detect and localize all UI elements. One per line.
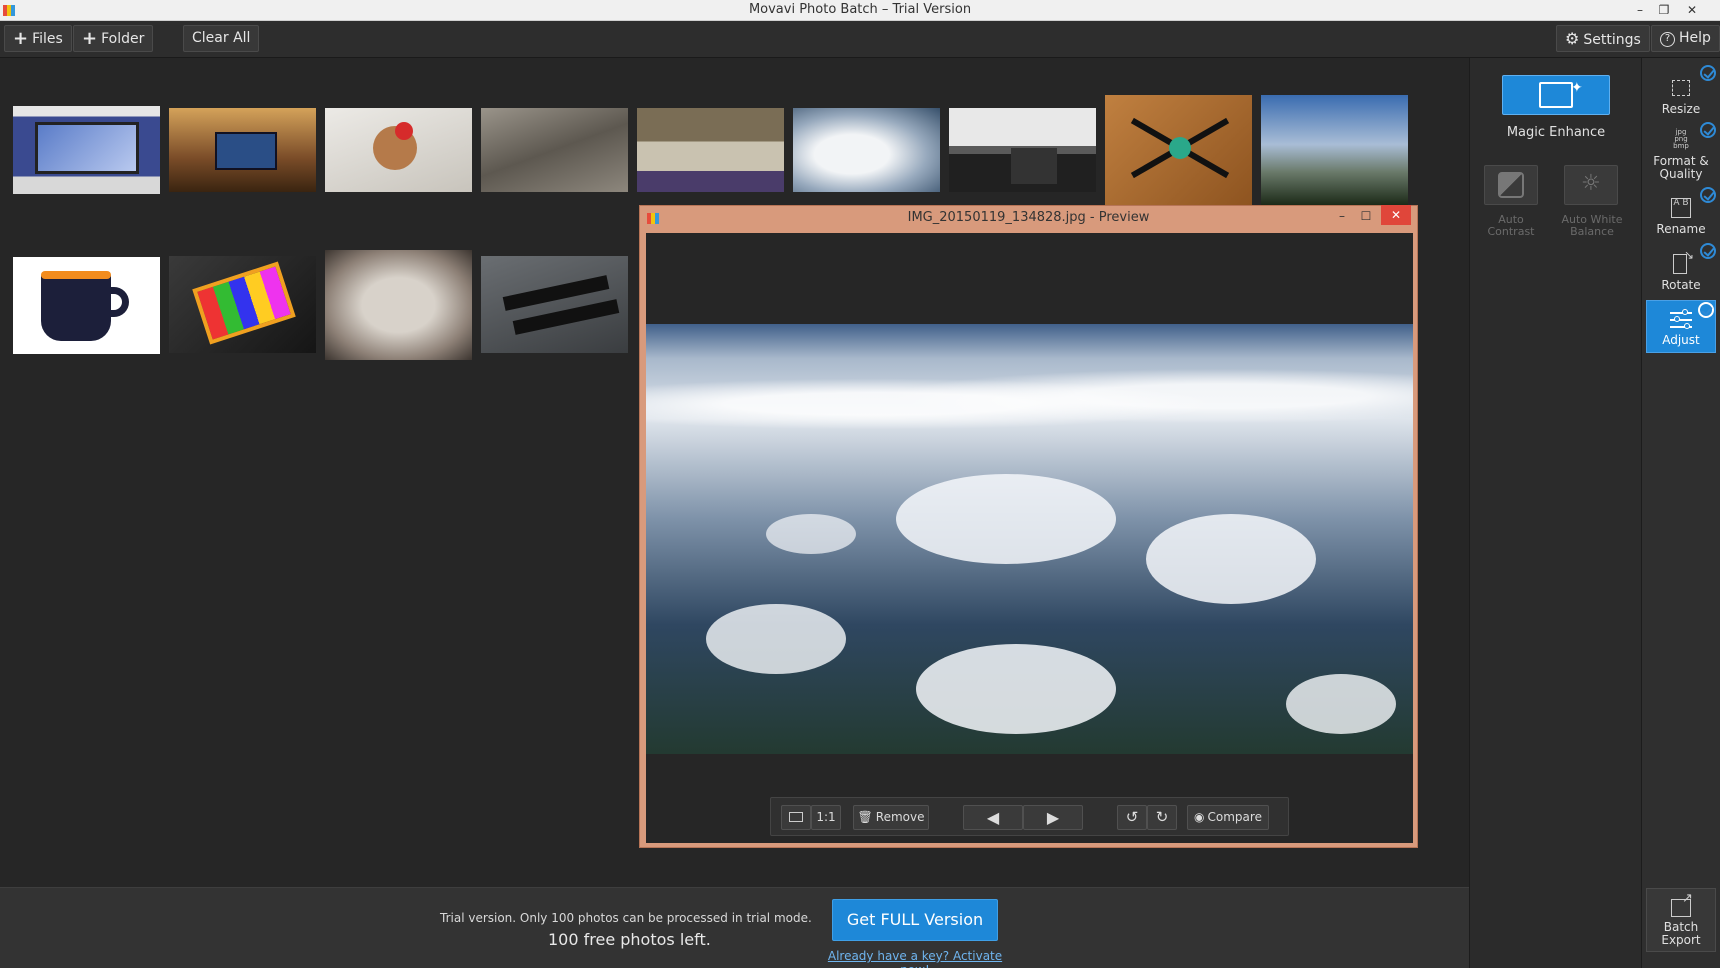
app-window: Movavi Photo Batch – Trial Version – ❐ ✕…	[0, 0, 1720, 968]
resize-icon	[1668, 76, 1694, 100]
title-bar: Movavi Photo Batch – Trial Version – ❐ ✕	[0, 0, 1720, 21]
restore-icon[interactable]: ❐	[1652, 0, 1676, 20]
plus-icon: +	[82, 28, 98, 49]
batch-export-label: Batch Export	[1661, 920, 1701, 947]
trial-message: Trial version. Only 100 photos can be pr…	[440, 911, 812, 925]
photo-thumbnail[interactable]	[325, 250, 472, 360]
photo-thumbnail[interactable]	[481, 256, 628, 353]
main-toolbar: + Files + Folder Clear All ⚙ Settings ? Help	[0, 21, 1720, 58]
photo-thumbnail[interactable]	[13, 257, 160, 354]
preview-image	[646, 324, 1413, 754]
preview-window: IMG_20150119_134828.jpg - Preview – ☐ ✕ …	[639, 205, 1418, 848]
preview-minimize-icon[interactable]: –	[1330, 206, 1354, 226]
window-title: Movavi Photo Batch – Trial Version	[748, 2, 972, 17]
fit-screen-icon	[789, 812, 803, 822]
next-photo-button[interactable]: ▶	[1023, 805, 1083, 830]
lightbulb-icon: ☼	[1581, 171, 1601, 196]
photo-thumbnail[interactable]	[1261, 95, 1408, 205]
add-folder-label: Folder	[101, 31, 145, 47]
magic-enhance-label: Magic Enhance	[1506, 125, 1606, 140]
rotate-icon: ↘	[1668, 248, 1694, 276]
preview-title: IMG_20150119_134828.jpg - Preview	[907, 210, 1150, 225]
rotate-right-button[interactable]: ↻	[1147, 805, 1177, 830]
rotate-left-icon: ↺	[1125, 808, 1139, 826]
trash-icon: 🗑	[857, 810, 873, 824]
arrow-right-icon: ▶	[1046, 808, 1060, 827]
compare-label: Compare	[1207, 810, 1262, 824]
rotate-right-icon: ↻	[1155, 808, 1169, 826]
resize-label: Resize	[1661, 102, 1701, 116]
rename-tool-button[interactable]: A B Rename	[1646, 187, 1716, 238]
sliders-icon	[1668, 307, 1694, 331]
help-icon: ?	[1660, 32, 1675, 47]
rotate-left-button[interactable]: ↺	[1117, 805, 1147, 830]
photo-thumbnail[interactable]	[325, 108, 472, 192]
remove-label: Remove	[875, 810, 925, 824]
rename-label: Rename	[1656, 222, 1706, 236]
add-files-button[interactable]: + Files	[4, 25, 72, 52]
magic-wand-icon	[1539, 82, 1573, 108]
plus-icon: +	[13, 28, 29, 49]
clear-all-label: Clear All	[192, 30, 251, 46]
activate-link[interactable]: Already have a key? Activate now!	[815, 949, 1015, 968]
magic-enhance-button[interactable]: ✦	[1502, 75, 1610, 115]
add-files-label: Files	[32, 31, 63, 47]
resize-tool-button[interactable]: Resize	[1646, 65, 1716, 116]
rename-icon: A B	[1668, 196, 1694, 220]
photo-thumbnail[interactable]	[1105, 95, 1252, 205]
actual-size-button[interactable]: 1:1	[811, 805, 841, 830]
file-format-icon: jpg png bmp	[1673, 128, 1689, 150]
photo-thumbnail[interactable]	[13, 106, 160, 194]
trial-bar: Trial version. Only 100 photos can be pr…	[0, 887, 1469, 968]
settings-label: Settings	[1583, 32, 1641, 48]
settings-button[interactable]: ⚙ Settings	[1556, 25, 1650, 52]
photo-thumbnail[interactable]	[793, 108, 940, 192]
check-icon	[1700, 65, 1716, 81]
auto-white-balance-button[interactable]: ☼	[1564, 165, 1618, 205]
clear-all-button[interactable]: Clear All	[183, 25, 260, 52]
auto-white-balance-label: Auto White Balance	[1561, 213, 1623, 238]
fit-to-window-button[interactable]	[781, 805, 811, 830]
previous-photo-button[interactable]: ◀	[963, 805, 1023, 830]
photo-thumbnail[interactable]	[637, 108, 784, 192]
check-icon	[1700, 122, 1716, 138]
check-icon	[1700, 243, 1716, 259]
minimize-icon[interactable]: –	[1628, 0, 1652, 20]
help-button[interactable]: ? Help	[1651, 25, 1720, 52]
rotate-label: Rotate	[1661, 278, 1701, 292]
preview-toolbar: 1:1 🗑 Remove ◀ ▶ ↺ ↻ ◉ Compare	[770, 797, 1289, 836]
adjust-label: Adjust	[1662, 333, 1700, 347]
enhance-panel: ✦ Magic Enhance Auto Contrast ☼ Auto Whi…	[1469, 58, 1641, 968]
close-icon[interactable]: ✕	[1680, 0, 1704, 20]
photos-left-text: 100 free photos left.	[548, 930, 711, 949]
auto-contrast-button[interactable]	[1484, 165, 1538, 205]
format-quality-tool-button[interactable]: jpg png bmp Format & Quality	[1646, 122, 1716, 181]
preview-close-icon[interactable]: ✕	[1381, 205, 1411, 225]
export-icon: ↗	[1668, 891, 1694, 919]
check-icon	[1700, 187, 1716, 203]
remove-button[interactable]: 🗑 Remove	[853, 805, 929, 830]
wand-sparkle-icon: ✦	[1571, 80, 1583, 96]
add-folder-button[interactable]: + Folder	[73, 25, 154, 52]
batch-export-button[interactable]: ↗ Batch Export	[1646, 888, 1716, 952]
help-label: Help	[1679, 30, 1711, 46]
preview-maximize-icon[interactable]: ☐	[1354, 206, 1378, 226]
eye-icon: ◉	[1194, 810, 1205, 824]
check-icon	[1698, 302, 1714, 318]
auto-contrast-label: Auto Contrast	[1487, 213, 1535, 238]
arrow-left-icon: ◀	[986, 808, 1000, 827]
tool-rail: Resize jpg png bmp Format & Quality A B Re…	[1641, 58, 1720, 968]
get-full-version-button[interactable]: Get FULL Version	[832, 899, 998, 941]
adjust-tool-button[interactable]: Adjust	[1646, 300, 1716, 353]
gear-icon: ⚙	[1565, 29, 1580, 48]
format-quality-label: Format & Quality	[1653, 154, 1709, 181]
compare-button[interactable]: ◉ Compare	[1187, 805, 1269, 830]
photo-thumbnail[interactable]	[481, 108, 628, 192]
photo-thumbnail[interactable]	[169, 256, 316, 353]
photo-thumbnail[interactable]	[949, 108, 1096, 192]
preview-canvas: 1:1 🗑 Remove ◀ ▶ ↺ ↻ ◉ Compare	[646, 233, 1413, 843]
contrast-icon	[1498, 172, 1524, 198]
photo-thumbnail[interactable]	[169, 108, 316, 192]
rotate-tool-button[interactable]: ↘ Rotate	[1646, 243, 1716, 294]
